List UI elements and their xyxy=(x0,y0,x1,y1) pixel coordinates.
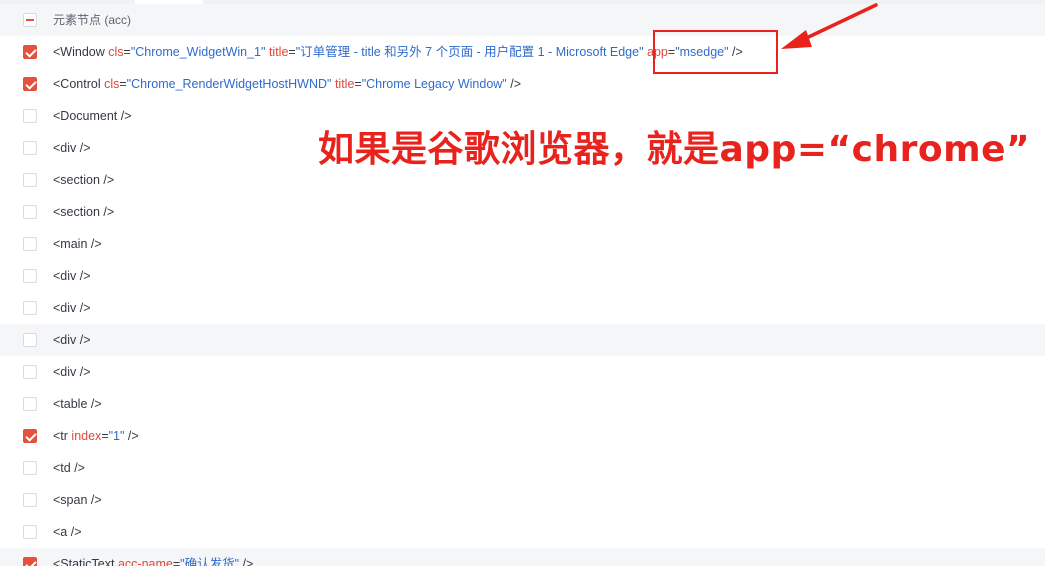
token-tag: <a /> xyxy=(53,525,82,539)
tree-node-label: <Document /> xyxy=(53,100,132,132)
tree-node-checkbox[interactable] xyxy=(23,557,37,566)
token-attr: title xyxy=(334,77,355,91)
tree-node-label: <Control cls="Chrome_RenderWidgetHostHWN… xyxy=(53,68,521,100)
tree-node-label: <section /> xyxy=(53,164,114,196)
token-val: "Chrome_RenderWidgetHostHWND" xyxy=(126,77,332,91)
tree-node-label: <Window cls="Chrome_WidgetWin_1" title="… xyxy=(53,36,743,68)
tree-node-label: <td /> xyxy=(53,452,85,484)
tree-node-checkbox[interactable] xyxy=(23,77,37,91)
tree-node-label: <div /> xyxy=(53,356,91,388)
token-tag: = xyxy=(354,77,362,91)
tree-node-checkbox[interactable] xyxy=(23,205,37,219)
tree-node-label: <main /> xyxy=(53,228,102,260)
tree-node-row[interactable]: <section /> xyxy=(0,196,1045,228)
tree-node-row[interactable]: <div /> xyxy=(0,356,1045,388)
token-attr: title xyxy=(268,45,289,59)
token-tag: <Window xyxy=(53,45,109,59)
tree-node-label: <div /> xyxy=(53,324,91,356)
tree-node-row[interactable]: <tr index="1" /> xyxy=(0,420,1045,452)
tree-node-checkbox[interactable] xyxy=(23,141,37,155)
token-attr: acc-name xyxy=(117,557,173,566)
tree-node-row[interactable]: <main /> xyxy=(0,228,1045,260)
tree-node-row[interactable]: <div /> xyxy=(0,260,1045,292)
tree-node-row[interactable]: <Window cls="Chrome_WidgetWin_1" title="… xyxy=(0,36,1045,68)
token-val: "Chrome Legacy Window" xyxy=(361,77,507,91)
token-tag: <div /> xyxy=(53,365,91,379)
token-tag: <div /> xyxy=(53,333,91,347)
token-val: "Chrome_WidgetWin_1" xyxy=(130,45,266,59)
token-tag: <section /> xyxy=(53,173,115,187)
tree-node-row[interactable]: <StaticText acc-name="确认发货" /> xyxy=(0,548,1045,566)
tree-node-label: <div /> xyxy=(53,260,91,292)
token-tag: <main /> xyxy=(53,237,102,251)
tree-node-checkbox[interactable] xyxy=(23,365,37,379)
element-tree-list: 元素节点 (acc) <Window cls="Chrome_WidgetWin… xyxy=(0,4,1045,566)
tree-node-checkbox[interactable] xyxy=(23,525,37,539)
highlight-box-app-attr xyxy=(653,30,778,74)
token-tag: /> xyxy=(124,429,139,443)
tree-node-label: <span /> xyxy=(53,484,102,516)
token-val: "1" xyxy=(108,429,125,443)
tree-node-row[interactable]: <table /> xyxy=(0,388,1045,420)
tree-node-checkbox[interactable] xyxy=(23,461,37,475)
token-tag: <tr xyxy=(53,429,72,443)
token-tag: <Document /> xyxy=(53,109,132,123)
tree-node-checkbox[interactable] xyxy=(23,109,37,123)
token-tag: <Control xyxy=(53,77,105,91)
acc-tree-panel: 元素节点 (acc) <Window cls="Chrome_WidgetWin… xyxy=(0,0,1045,566)
token-tag: <StaticText xyxy=(53,557,118,566)
header-select-all-checkbox[interactable] xyxy=(23,13,37,27)
token-tag: <div /> xyxy=(53,301,91,315)
annotation-text: 如果是谷歌浏览器，就是app=“chrome” xyxy=(318,129,1031,170)
token-val: "确认发货" xyxy=(180,557,240,566)
token-tag: <span /> xyxy=(53,493,102,507)
tree-node-row[interactable]: <a /> xyxy=(0,516,1045,548)
token-tag: <table /> xyxy=(53,397,102,411)
token-attr: index xyxy=(71,429,102,443)
tree-node-checkbox[interactable] xyxy=(23,237,37,251)
token-val: "订单管理 - title 和另外 7 个页面 - 用户配置 1 - Micro… xyxy=(295,45,644,59)
token-attr: cls xyxy=(104,77,120,91)
tree-node-label: <tr index="1" /> xyxy=(53,420,139,452)
token-tag: = xyxy=(101,429,109,443)
token-tag: <div /> xyxy=(53,141,91,155)
tree-node-label: <div /> xyxy=(53,132,91,164)
tree-header-row[interactable]: 元素节点 (acc) xyxy=(0,4,1045,36)
tree-node-checkbox[interactable] xyxy=(23,269,37,283)
token-tag: = xyxy=(119,77,127,91)
tree-node-row[interactable]: <div /> xyxy=(0,292,1045,324)
tree-node-label: <StaticText acc-name="确认发货" /> xyxy=(53,548,253,566)
tree-node-checkbox[interactable] xyxy=(23,45,37,59)
token-attr: cls xyxy=(108,45,124,59)
tree-node-label: <table /> xyxy=(53,388,102,420)
token-tag: = xyxy=(123,45,131,59)
token-tag: = xyxy=(288,45,296,59)
tree-node-checkbox[interactable] xyxy=(23,333,37,347)
tree-node-checkbox[interactable] xyxy=(23,301,37,315)
tree-node-checkbox[interactable] xyxy=(23,493,37,507)
tree-node-checkbox[interactable] xyxy=(23,397,37,411)
token-tag: /> xyxy=(506,77,521,91)
token-tag: <div /> xyxy=(53,269,91,283)
tree-node-row[interactable]: <Control cls="Chrome_RenderWidgetHostHWN… xyxy=(0,68,1045,100)
tree-header-label: 元素节点 (acc) xyxy=(53,13,132,27)
tree-node-row[interactable]: <td /> xyxy=(0,452,1045,484)
token-tag: /> xyxy=(239,557,254,566)
tree-node-label: <div /> xyxy=(53,292,91,324)
tree-node-checkbox[interactable] xyxy=(23,173,37,187)
token-tag: <td /> xyxy=(53,461,85,475)
tree-node-checkbox[interactable] xyxy=(23,429,37,443)
tree-node-label: <a /> xyxy=(53,516,82,548)
tree-node-label: <section /> xyxy=(53,196,114,228)
token-tag: <section /> xyxy=(53,205,115,219)
tree-node-row[interactable]: <div /> xyxy=(0,324,1045,356)
tree-node-row[interactable]: <span /> xyxy=(0,484,1045,516)
